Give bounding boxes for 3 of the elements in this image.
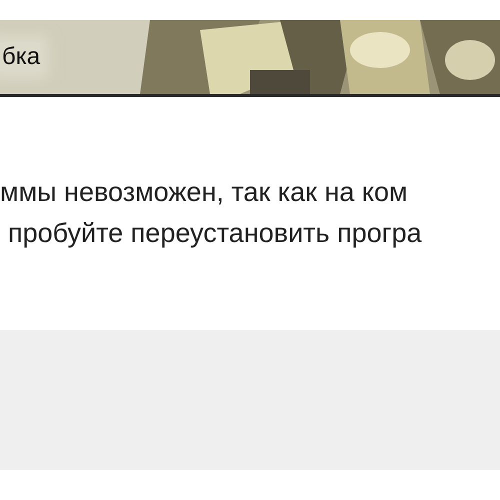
window-title: бка xyxy=(0,43,40,71)
message-text: пробуйте переустановить програ xyxy=(7,218,423,249)
message-text: ммы невозможен, так как на ком xyxy=(0,177,409,208)
